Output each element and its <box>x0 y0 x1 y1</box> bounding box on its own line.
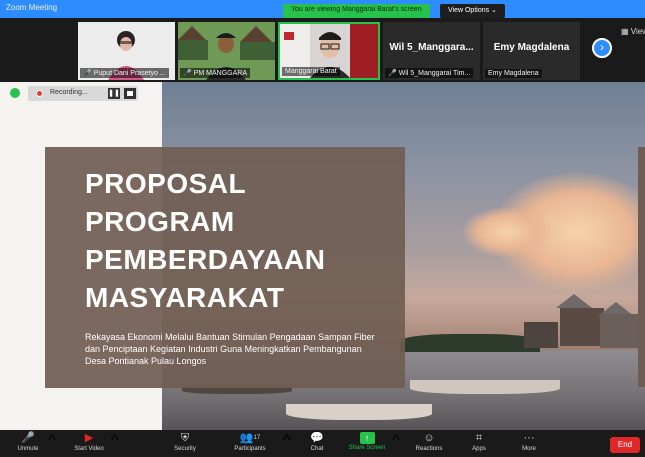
chat-button[interactable]: 💬 Chat <box>304 432 330 457</box>
audio-options-caret[interactable]: ^ <box>48 432 56 457</box>
window-title: Zoom Meeting <box>6 3 58 12</box>
security-shield-icon <box>10 88 20 98</box>
slide-subtitle: Rekayasa Ekonomi Melalui Bantuan Stimula… <box>85 332 375 366</box>
more-icon: ··· <box>523 432 535 444</box>
viewing-screen-banner: You are viewing Manggarai Barat's screen <box>283 4 430 18</box>
participant-label: 🎤 Puput Dani Prasetyo ... <box>80 68 169 78</box>
participants-button[interactable]: 👥17 Participants <box>226 432 274 457</box>
video-options-caret[interactable]: ^ <box>111 432 119 457</box>
slide-heading: PROPOSAL PROGRAM PEMBERDAYAAN MASYARAKAT <box>85 168 326 313</box>
recording-indicator: Recording... ❚❚ <box>0 86 138 101</box>
mic-muted-icon: 🎤 <box>83 70 92 77</box>
pause-recording-button[interactable]: ❚❚ <box>108 88 120 99</box>
share-screen-button[interactable]: ↑ Share Screen <box>346 432 388 457</box>
island-silhouette <box>400 334 540 352</box>
participant-label: Emy Magdalena <box>485 69 542 78</box>
start-video-button[interactable]: ▶ Start Video <box>66 432 112 457</box>
shared-screen: PROPOSAL PROGRAM PEMBERDAYAAN MASYARAKAT… <box>0 82 645 430</box>
people-icon: 👥17 <box>239 432 261 444</box>
participant-tile[interactable]: Wil 5_Manggara... 🎤 Wil 5_Manggarai Tim..… <box>383 22 480 80</box>
participant-tile[interactable]: 🎤 Puput Dani Prasetyo ... <box>78 22 175 80</box>
participant-name: Emy Magdalena <box>493 42 570 53</box>
share-arrow-icon: ↑ <box>359 432 375 444</box>
title-bar: Zoom Meeting You are viewing Manggarai B… <box>0 0 645 18</box>
apps-button[interactable]: ⌗ Apps <box>468 432 490 457</box>
share-options-caret[interactable]: ^ <box>392 432 400 457</box>
record-dot-icon <box>36 90 43 97</box>
grid-icon: ▦ <box>621 27 631 36</box>
recording-controls: Recording... ❚❚ <box>28 86 138 101</box>
shield-icon: ⛨ <box>180 432 190 444</box>
video-off-icon: ▶ <box>84 432 94 444</box>
mic-muted-icon: 🎤 <box>388 70 397 77</box>
mic-muted-icon: 🎤 <box>21 432 35 444</box>
chat-icon: 💬 <box>310 432 324 444</box>
reactions-button[interactable]: ☺ Reactions <box>410 432 448 457</box>
participant-label: 🎤 Wil 5_Manggarai Tim... <box>385 68 474 78</box>
recording-label: Recording... <box>50 89 88 96</box>
zoom-window: Zoom Meeting You are viewing Manggarai B… <box>0 0 645 457</box>
active-speaker-tile[interactable]: Manggarai Barat <box>278 22 380 80</box>
participants-caret[interactable]: ^ <box>283 432 291 457</box>
participant-tile[interactable]: 🎤 PM MANGGARA <box>178 22 275 80</box>
participant-label: 🎤 PM MANGGARA <box>180 68 251 78</box>
slide-title-panel: PROPOSAL PROGRAM PEMBERDAYAAN MASYARAKAT… <box>45 147 405 388</box>
end-meeting-button[interactable]: End <box>610 437 640 453</box>
next-panel-edge <box>638 147 645 387</box>
participant-tile[interactable]: Emy Magdalena Emy Magdalena <box>483 22 580 80</box>
mic-muted-icon: 🎤 <box>183 70 192 77</box>
stop-recording-button[interactable] <box>124 88 136 99</box>
unmute-button[interactable]: 🎤 Unmute <box>8 432 48 457</box>
chevron-right-icon[interactable]: › <box>592 38 612 58</box>
apps-icon: ⌗ <box>475 432 483 444</box>
participant-count: 17 <box>253 435 261 441</box>
view-button[interactable]: ▦ View <box>621 27 645 36</box>
participant-name: Wil 5_Manggara... <box>389 42 474 53</box>
view-options-button[interactable]: View Options ⌄ <box>440 4 505 18</box>
participant-label: Manggarai Barat <box>282 67 340 76</box>
reactions-icon: ☺ <box>423 432 435 444</box>
more-button[interactable]: ··· More <box>517 432 541 457</box>
meeting-toolbar: 🎤 Unmute ^ ▶ Start Video ^ ⛨ Security 👥1… <box>0 430 645 457</box>
security-button[interactable]: ⛨ Security <box>168 432 202 457</box>
